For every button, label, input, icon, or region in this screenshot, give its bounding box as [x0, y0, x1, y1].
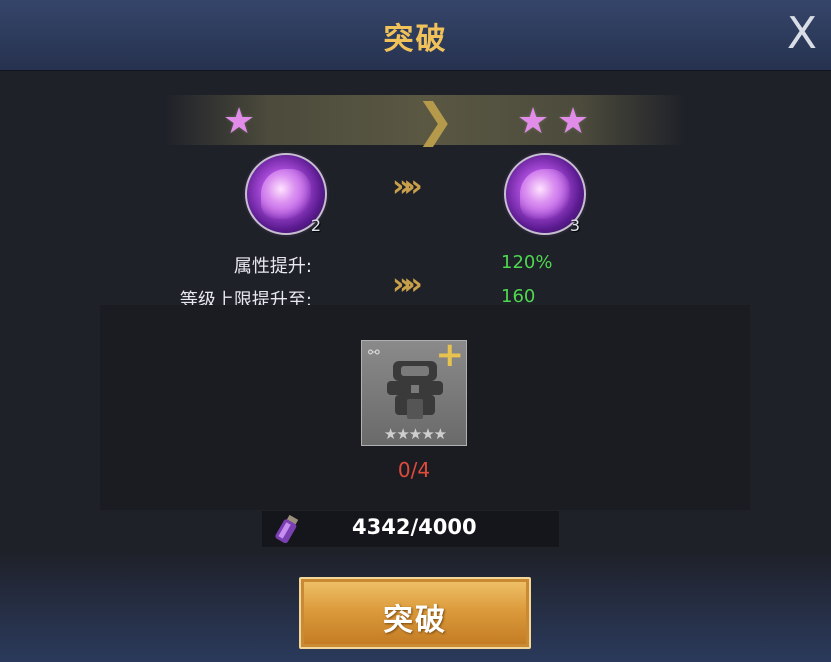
- link-icon: ⚯: [368, 345, 380, 361]
- cost-amount: 4342/4000: [352, 515, 477, 539]
- close-icon[interactable]: X: [781, 12, 823, 56]
- stat-label-attribute: 属性提升:: [233, 256, 312, 277]
- triple-chevron-icon: »»: [392, 169, 423, 204]
- star-icon-after-2: ★: [556, 101, 590, 142]
- band-chevron-icon: ❯: [415, 93, 455, 147]
- beast-level-after: 3: [569, 216, 580, 235]
- material-count: 0/4: [397, 458, 431, 482]
- potion-vial-icon: [275, 514, 299, 544]
- beast-icon-after: 3: [504, 153, 586, 235]
- triple-chevron-icon: »»: [392, 267, 423, 302]
- beast-icon-before: 2: [245, 153, 327, 235]
- page-title: 突破: [383, 22, 448, 57]
- armor-icon: [387, 361, 443, 419]
- breakthrough-button[interactable]: 突破: [299, 577, 531, 649]
- header-bar: 突破 X: [0, 0, 831, 71]
- material-stars: ★★★★★: [383, 425, 447, 443]
- stat-value-attribute: 120%: [501, 252, 553, 273]
- purple-lion-icon: [520, 169, 570, 219]
- purple-lion-icon: [261, 169, 311, 219]
- beast-level-before: 2: [310, 216, 321, 235]
- star-icon-after-1: ★: [516, 101, 550, 142]
- cost-bar: 4342/4000: [262, 511, 559, 547]
- star-icon-before-1: ★: [222, 101, 256, 142]
- stat-value-level-cap: 160: [501, 286, 536, 307]
- material-slot[interactable]: ⚯ + ★★★★★: [361, 335, 467, 446]
- breakthrough-button-label: 突破: [383, 603, 447, 638]
